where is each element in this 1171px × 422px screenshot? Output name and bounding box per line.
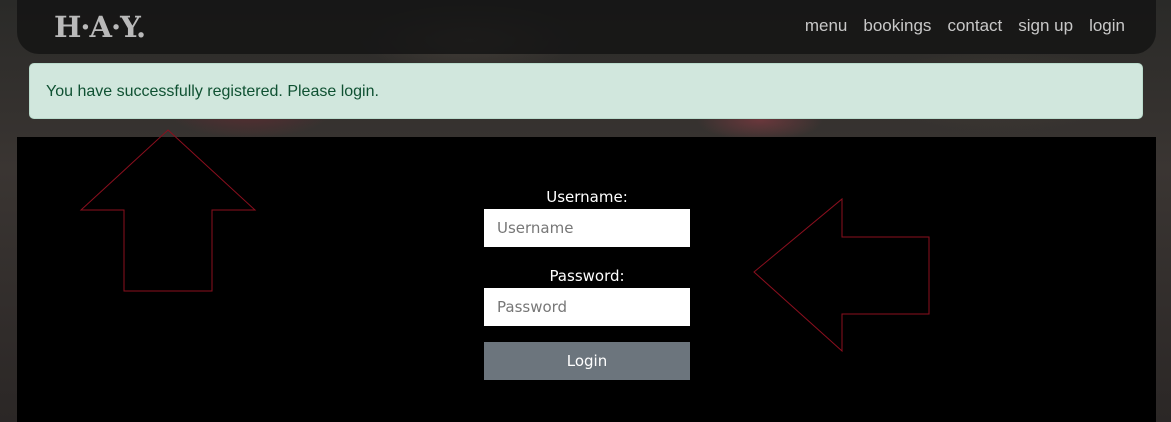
brand-logo[interactable]: H·A·Y.	[54, 9, 146, 45]
nav-link-contact[interactable]: contact	[947, 14, 1002, 38]
nav-link-sign-up[interactable]: sign up	[1018, 14, 1073, 38]
login-button[interactable]: Login	[484, 342, 690, 380]
nav-link-bookings[interactable]: bookings	[863, 14, 931, 38]
navbar: H·A·Y. menu bookings contact sign up log…	[17, 0, 1156, 54]
nav-link-login[interactable]: login	[1089, 14, 1125, 38]
page: H·A·Y. menu bookings contact sign up log…	[0, 0, 1171, 422]
password-input[interactable]	[484, 288, 690, 326]
password-label: Password:	[549, 267, 625, 285]
alert-message: You have successfully registered. Please…	[46, 83, 379, 100]
nav-link-menu[interactable]: menu	[805, 14, 848, 38]
nav-links: menu bookings contact sign up login	[805, 14, 1125, 38]
username-input[interactable]	[484, 209, 690, 247]
login-form: Username: Password: Login	[484, 187, 690, 380]
success-alert: You have successfully registered. Please…	[29, 63, 1143, 119]
username-label: Username:	[546, 188, 628, 206]
